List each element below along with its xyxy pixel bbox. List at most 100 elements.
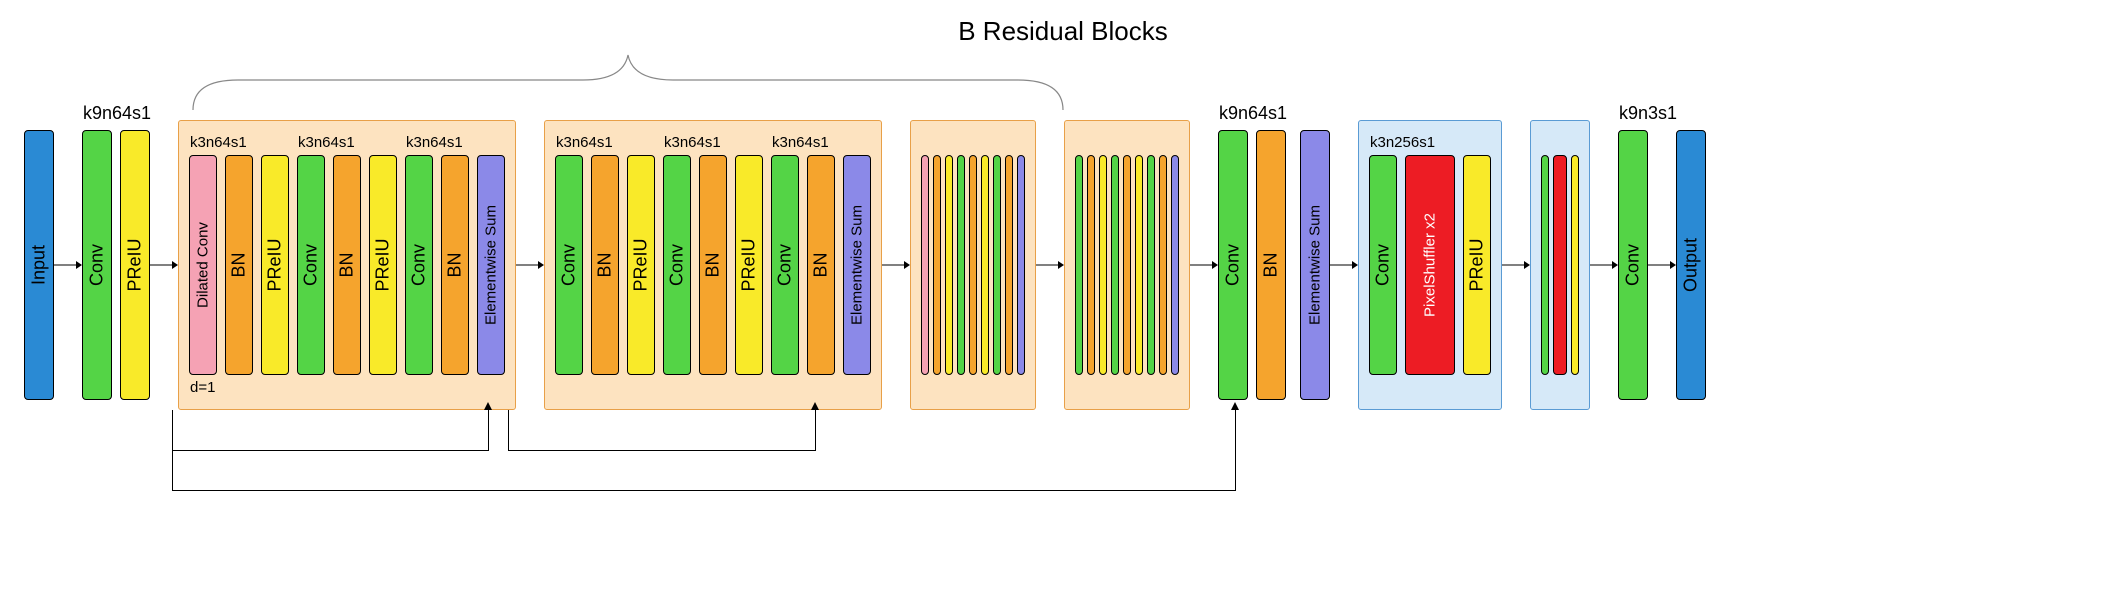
arrow xyxy=(54,264,82,266)
layer-label: BN xyxy=(703,252,724,277)
skip-connection-global xyxy=(172,410,1236,491)
bn-layer: BN xyxy=(699,155,727,375)
layer-label: BN xyxy=(445,252,466,277)
conv-layer: k9n3s1 Conv xyxy=(1618,130,1648,400)
layer-label: Elementwise Sum xyxy=(1307,205,1324,325)
pixelshuffler-layer: PixelShuffler x2 xyxy=(1405,155,1455,375)
conv-label: k3n256s1 xyxy=(1370,134,1435,151)
bn-layer xyxy=(933,155,941,375)
layer-label: Conv xyxy=(775,244,796,286)
arrow xyxy=(1036,264,1064,266)
bn-layer: BN xyxy=(441,155,469,375)
residual-block-collapsed xyxy=(1064,120,1190,410)
conv-layer: k9n64s1 Conv xyxy=(1218,130,1248,400)
bn-layer xyxy=(969,155,977,375)
layer-label: BN xyxy=(337,252,358,277)
conv-layer: k3n64s1 Conv xyxy=(297,155,325,375)
bn-layer xyxy=(1005,155,1013,375)
diagram-title: B Residual Blocks xyxy=(958,16,1168,47)
output-layer: Output xyxy=(1676,130,1706,400)
conv-layer xyxy=(1075,155,1083,375)
layer-label: PReIU xyxy=(739,238,760,291)
bn-layer xyxy=(1123,155,1131,375)
conv-label: k3n64s1 xyxy=(298,134,355,151)
conv-label: k9n64s1 xyxy=(83,103,151,124)
prelu-layer xyxy=(1099,155,1107,375)
bn-layer: BN xyxy=(591,155,619,375)
conv-label: k3n64s1 xyxy=(406,134,463,151)
bn-layer: BN xyxy=(807,155,835,375)
conv-layer xyxy=(957,155,965,375)
prelu-layer: PReIU xyxy=(261,155,289,375)
arrow xyxy=(516,264,544,266)
dilated-conv-layer: k3n64s1 d=1 Dilated Conv xyxy=(189,155,217,375)
layer-label: PixelShuffler x2 xyxy=(1422,213,1439,317)
bn-layer xyxy=(1087,155,1095,375)
arrow xyxy=(150,264,178,266)
conv-layer: k9n64s1 Conv xyxy=(82,130,112,400)
layer-label: PReIU xyxy=(373,238,394,291)
architecture-diagram: Input k9n64s1 Conv PReIU k3n64s1 d=1 Dil… xyxy=(24,120,1706,410)
arrow xyxy=(1648,264,1676,266)
conv-layer xyxy=(1147,155,1155,375)
layer-label: Conv xyxy=(301,244,322,286)
prelu-layer: PReIU xyxy=(120,130,150,400)
arrow xyxy=(1330,264,1358,266)
layer-label: BN xyxy=(1261,252,1282,277)
conv-layer: k3n64s1 Conv xyxy=(405,155,433,375)
layer-label: PReIU xyxy=(1467,238,1488,291)
layer-label: BN xyxy=(811,252,832,277)
pixelshuffler-layer xyxy=(1553,155,1567,375)
bn-layer: BN xyxy=(333,155,361,375)
residual-block-2: k3n64s1 Conv BN PReIU k3n64s1 Conv BN PR… xyxy=(544,120,882,410)
layer-label: BN xyxy=(595,252,616,277)
conv-label: k3n64s1 xyxy=(190,134,247,151)
upsample-block-1: k3n256s1 Conv PixelShuffler x2 PReIU xyxy=(1358,120,1502,410)
conv-label: k9n64s1 xyxy=(1219,103,1287,124)
layer-label: Input xyxy=(29,245,50,285)
conv-layer: k3n64s1 Conv xyxy=(663,155,691,375)
upsample-block-collapsed xyxy=(1530,120,1590,410)
arrow xyxy=(1502,264,1530,266)
layer-label: Conv xyxy=(409,244,430,286)
layer-label: Conv xyxy=(1223,244,1244,286)
conv-label: k3n64s1 xyxy=(556,134,613,151)
elementwise-sum-layer xyxy=(1017,155,1025,375)
conv-label: k3n64s1 xyxy=(664,134,721,151)
elementwise-sum-layer xyxy=(1171,155,1179,375)
prelu-layer: PReIU xyxy=(1463,155,1491,375)
residual-block-collapsed xyxy=(910,120,1036,410)
conv-layer xyxy=(993,155,1001,375)
layer-label: PReIU xyxy=(631,238,652,291)
prelu-layer xyxy=(945,155,953,375)
conv-layer: k3n256s1 Conv xyxy=(1369,155,1397,375)
prelu-layer: PReIU xyxy=(735,155,763,375)
layer-label: Conv xyxy=(559,244,580,286)
layer-label: Conv xyxy=(87,244,108,286)
arrow xyxy=(1590,264,1618,266)
elementwise-sum-layer: Elementwise Sum xyxy=(1300,130,1330,400)
conv-label: k3n64s1 xyxy=(772,134,829,151)
conv-layer: k3n64s1 Conv xyxy=(771,155,799,375)
layer-label: BN xyxy=(229,252,250,277)
conv-layer xyxy=(1541,155,1549,375)
dilation-label: d=1 xyxy=(190,379,215,396)
elementwise-sum-layer: Elementwise Sum xyxy=(477,155,505,375)
layer-label: PReIU xyxy=(265,238,286,291)
layer-label: Dilated Conv xyxy=(195,222,212,308)
bn-layer: BN xyxy=(1256,130,1286,400)
input-layer: Input xyxy=(24,130,54,400)
prelu-layer: PReIU xyxy=(627,155,655,375)
prelu-layer xyxy=(1571,155,1579,375)
layer-label: Elementwise Sum xyxy=(483,205,500,325)
bn-layer xyxy=(1159,155,1167,375)
layer-label: Output xyxy=(1681,238,1702,292)
dilated-conv-layer xyxy=(921,155,929,375)
conv-layer: k3n64s1 Conv xyxy=(555,155,583,375)
layer-label: PReIU xyxy=(125,238,146,291)
residual-block-1: k3n64s1 d=1 Dilated Conv BN PReIU k3n64s… xyxy=(178,120,516,410)
bn-layer: BN xyxy=(225,155,253,375)
layer-label: Conv xyxy=(667,244,688,286)
arrow xyxy=(1190,264,1218,266)
prelu-layer xyxy=(981,155,989,375)
